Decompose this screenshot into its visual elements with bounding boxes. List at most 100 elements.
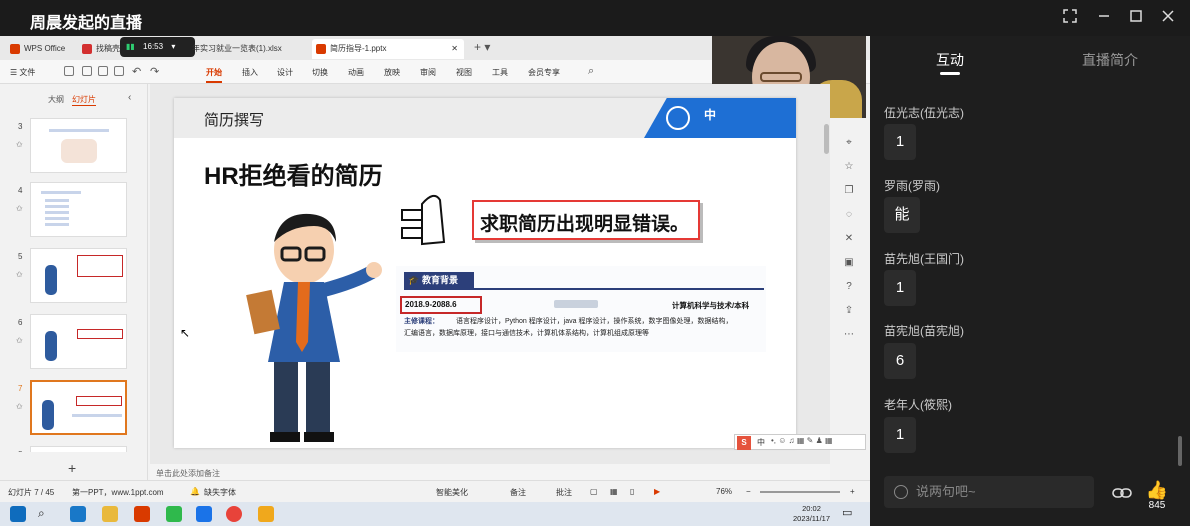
- wps-tab-home[interactable]: WPS Office: [6, 39, 65, 59]
- chrome-icon[interactable]: [226, 506, 242, 522]
- theme-name: 第一PPT，www.1ppt.com: [72, 488, 164, 497]
- tab-outline[interactable]: 大纲: [48, 94, 64, 105]
- slide-count: 幻灯片 7 / 45: [8, 488, 55, 497]
- notes-pane[interactable]: 单击此处添加备注: [150, 464, 830, 480]
- menu-tools[interactable]: 工具: [492, 67, 508, 78]
- notification-icon[interactable]: ▭: [842, 506, 858, 522]
- smart-beautify[interactable]: 智能美化: [436, 487, 468, 498]
- star-icon[interactable]: ☆: [842, 160, 856, 174]
- slide-thumbnail[interactable]: 5 ✩: [0, 248, 148, 306]
- pin-icon[interactable]: ⌖: [842, 136, 856, 150]
- menu-review[interactable]: 审阅: [420, 67, 436, 78]
- search-icon[interactable]: ⌕: [38, 506, 54, 522]
- tab-slides[interactable]: 幻灯片: [72, 94, 96, 106]
- menu-view[interactable]: 视图: [456, 67, 472, 78]
- chevron-down-icon: ▾: [171, 42, 176, 51]
- add-slide-button[interactable]: +: [68, 460, 76, 476]
- wechat-icon[interactable]: [166, 506, 182, 522]
- zoom-out-icon[interactable]: −: [746, 487, 751, 496]
- slide-thumbnail-selected[interactable]: 7 ✩: [0, 380, 148, 438]
- os-taskbar: ⌕ 20:02 2023/11/17 ▭: [0, 502, 870, 526]
- thumb-illustration: [61, 139, 97, 163]
- active-tab-indicator: [940, 72, 960, 75]
- menu-slideshow[interactable]: 放映: [384, 67, 400, 78]
- slide-scrollbar[interactable]: [824, 124, 829, 154]
- file-menu[interactable]: ☰ 文件: [10, 67, 35, 78]
- mail-icon[interactable]: [70, 506, 86, 522]
- menu-insert[interactable]: 插入: [242, 67, 258, 78]
- star-icon: ✩: [16, 140, 23, 149]
- notes-app-icon[interactable]: [258, 506, 274, 522]
- chat-scrollbar[interactable]: [1178, 436, 1182, 466]
- sogou-icon: S: [737, 436, 751, 450]
- menu-start[interactable]: 开始: [206, 67, 222, 83]
- new-tab-icon[interactable]: + ▾: [474, 40, 490, 54]
- slide-thumbnail[interactable]: 3 ✩: [0, 118, 148, 176]
- copy-icon[interactable]: ❐: [842, 184, 856, 198]
- menu-animation[interactable]: 动画: [348, 67, 364, 78]
- fullscreen-icon[interactable]: [1060, 8, 1080, 28]
- star-icon: ✩: [16, 336, 23, 345]
- folder-icon[interactable]: [102, 506, 118, 522]
- more-icon[interactable]: ⋯: [842, 328, 856, 342]
- callout-text: 求职简历出现明显错误。: [480, 214, 690, 235]
- feishu-icon[interactable]: [196, 506, 212, 522]
- wps-tab-label: WPS Office: [24, 44, 66, 53]
- menu-transition[interactable]: 切换: [312, 67, 328, 78]
- slide-thumbnail[interactable]: 4 ✩: [0, 182, 148, 240]
- save-icon[interactable]: [64, 66, 74, 76]
- notes-toggle[interactable]: 备注: [510, 487, 526, 498]
- wps-tab-label: 年实习就业一览表(1).xlsx: [192, 44, 282, 53]
- missing-font[interactable]: 缺失字体: [204, 487, 236, 498]
- close-icon[interactable]: [1158, 8, 1178, 28]
- comments-toggle[interactable]: 批注: [556, 487, 572, 498]
- play-icon[interactable]: ▶: [654, 487, 660, 496]
- network-signal-pill[interactable]: ▮▮ 16:53 ▾: [120, 37, 195, 57]
- slide-thumbnail[interactable]: 8: [0, 446, 148, 452]
- reading-view-icon[interactable]: ▯: [630, 487, 634, 496]
- current-slide[interactable]: 简历撰写 中 HR拒绝看的简历 求职简历出现明显错误。 🎓 教育背景 2018.…: [174, 98, 796, 448]
- slide-thumbnail[interactable]: 6 ✩: [0, 314, 148, 372]
- windows-start-icon[interactable]: [10, 506, 26, 522]
- chat-sender: 苗宪旭(苗宪旭): [884, 324, 964, 338]
- window-title: 周晨发起的直播: [30, 15, 143, 32]
- tab-live-intro[interactable]: 直播简介: [1082, 50, 1138, 70]
- print-icon[interactable]: [98, 66, 108, 76]
- tab-interaction[interactable]: 互动: [936, 50, 964, 70]
- search-icon[interactable]: ⌕: [588, 65, 594, 78]
- emoji-icon[interactable]: [894, 485, 908, 499]
- menu-member[interactable]: 会员专享: [528, 67, 560, 78]
- export-icon[interactable]: [82, 66, 92, 76]
- chat-input[interactable]: 说两句吧~: [884, 476, 1094, 508]
- like-button[interactable]: 👍 845: [1142, 480, 1172, 514]
- layout-icon[interactable]: ▣: [842, 256, 856, 270]
- normal-view-icon[interactable]: ▢: [590, 487, 598, 496]
- zoom-slider[interactable]: [760, 491, 840, 493]
- zoom-level[interactable]: 76%: [716, 487, 732, 496]
- chat-message: 1: [884, 270, 916, 306]
- undo-icon[interactable]: ↶: [132, 65, 141, 78]
- sorter-view-icon[interactable]: ▦: [610, 487, 618, 496]
- slide-number: 4: [18, 186, 23, 195]
- share-icon[interactable]: ⇪: [842, 304, 856, 318]
- preview-icon[interactable]: [114, 66, 124, 76]
- wps-tab-pptx[interactable]: 简历指导-1.pptx ✕: [312, 39, 464, 59]
- wps-tab-xlsx[interactable]: 年实习就业一览表(1).xlsx: [188, 39, 282, 59]
- minimize-icon[interactable]: [1094, 8, 1114, 28]
- chat-message: 能: [884, 197, 920, 233]
- zoom-in-icon[interactable]: +: [850, 487, 855, 496]
- wps-taskbar-icon[interactable]: [134, 506, 150, 522]
- link-share-icon[interactable]: [1112, 486, 1132, 500]
- help-icon[interactable]: ?: [842, 280, 856, 294]
- ime-toolbar[interactable]: S 中 •, ☺ ♫ ▦ ✎ ♟ ▦: [734, 434, 866, 450]
- redo-icon[interactable]: ↷: [150, 65, 159, 78]
- wps-tab-pdf[interactable]: 找稿壳: [78, 39, 120, 59]
- hamburger-icon: ☰: [10, 68, 20, 77]
- tools-icon[interactable]: ✕: [842, 232, 856, 246]
- education-label-text: 教育背景: [422, 275, 459, 285]
- collapse-panel-icon[interactable]: ‹: [128, 92, 131, 103]
- menu-design[interactable]: 设计: [277, 67, 293, 78]
- maximize-icon[interactable]: [1126, 8, 1146, 28]
- palette-icon[interactable]: ◌: [842, 208, 856, 222]
- close-tab-icon[interactable]: ✕: [451, 39, 458, 59]
